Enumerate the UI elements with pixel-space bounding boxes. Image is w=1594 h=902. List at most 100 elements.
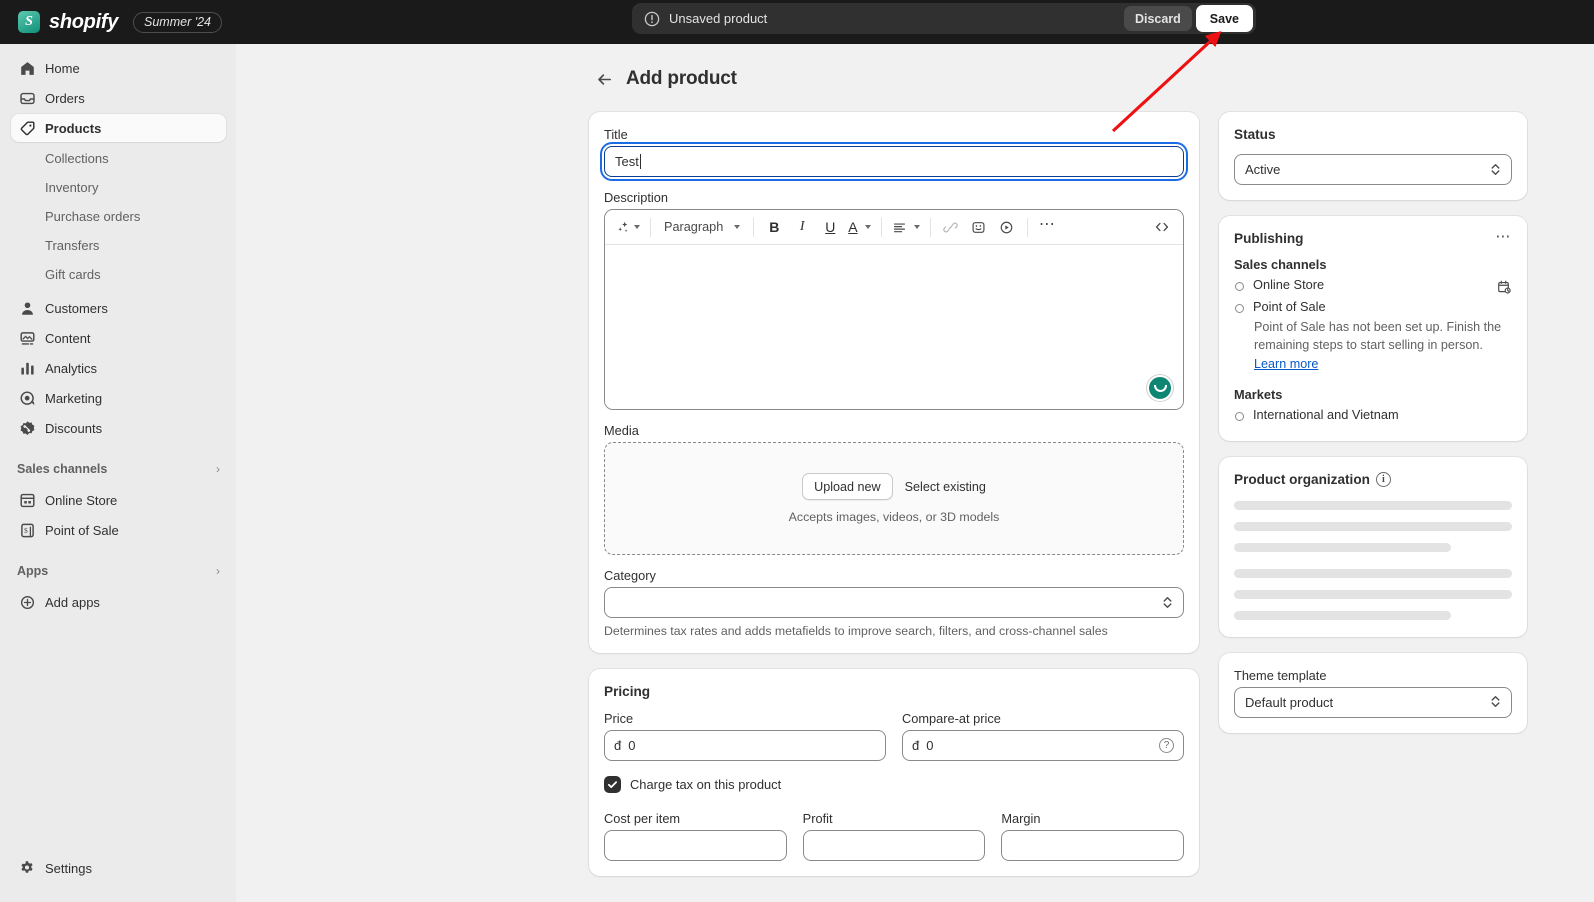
media-dropzone[interactable]: Upload new Select existing Accepts image… [604,442,1184,555]
status-select[interactable]: Active [1234,154,1512,185]
select-existing-button[interactable]: Select existing [905,480,986,494]
sidebar-item-add-apps[interactable]: Add apps [11,588,226,616]
compare-at-price-input[interactable]: đ 0 ? [902,730,1184,761]
sidebar-item-discounts[interactable]: Discounts [11,414,226,442]
compare-at-price-label: Compare-at price [902,711,1001,726]
category-select[interactable] [604,587,1184,618]
info-circle-icon[interactable]: i [1375,471,1391,487]
sidebar-item-marketing[interactable]: Marketing [11,384,226,412]
margin-input[interactable] [1001,830,1185,861]
skeleton-bar [1234,589,1512,599]
sidebar-item-label: Settings [45,860,92,876]
page-title: Add product [626,68,737,89]
ellipsis-icon[interactable]: ⋯ [1035,214,1061,240]
sidebar-section-label: Apps [17,564,49,578]
sidebar-item-label: Inventory [45,179,99,195]
product-organization-heading: Product organization [1234,471,1370,487]
cost-per-item-label: Cost per item [604,811,681,826]
sidebar-item-content[interactable]: Content [11,324,226,352]
page-header: Add product [236,44,1594,90]
charge-tax-checkbox[interactable] [604,776,621,793]
sidebar-item-customers[interactable]: Customers [11,294,226,322]
media-field-label: Media [604,423,639,438]
chevron-right-icon[interactable]: › [216,462,226,476]
product-details-card: Title Test Description Paragraph B I U A… [589,112,1199,653]
sidebar-item-label: Marketing [45,390,103,406]
price-row: Price đ 0 Compare-at price đ 0 ? [604,711,1184,761]
select-stepper-icon [1490,694,1501,710]
italic-button[interactable]: I [789,214,815,240]
channel-row-point-of-sale[interactable]: Point of Sale [1234,299,1512,314]
magic-sparkle-icon[interactable] [613,214,643,240]
unsaved-status-text: Unsaved product [669,11,768,26]
theme-template-value: Default product [1245,694,1334,710]
description-editor[interactable]: Paragraph B I U A ⋯ [604,209,1184,410]
theme-template-label: Theme template [1234,667,1327,683]
product-organization-card: Product organization i [1219,456,1527,637]
sidebar-section-apps[interactable]: Apps › [11,556,226,586]
sidebar-section-sales-channels[interactable]: Sales channels › [11,454,226,484]
channel-name: Online Store [1253,277,1325,292]
profit-input[interactable] [802,830,986,861]
block-style-dropdown[interactable]: Paragraph [658,214,746,240]
insert-video-icon[interactable] [994,214,1020,240]
upload-new-button[interactable]: Upload new [802,473,893,500]
sidebar-item-point-of-sale[interactable]: $ Point of Sale [11,516,226,544]
sidebar-item-purchase-orders[interactable]: Purchase orders [11,202,226,230]
market-row-international-and-vietnam[interactable]: International and Vietnam [1234,407,1512,422]
skeleton-bar [1234,568,1512,578]
calendar-clock-icon[interactable] [1496,279,1512,295]
sidebar-item-products[interactable]: Products [11,114,226,142]
bar-chart-icon [17,358,37,378]
channel-row-online-store[interactable]: Online Store [1234,277,1512,295]
link-icon[interactable] [938,214,964,240]
question-circle-icon[interactable]: ? [1159,738,1174,753]
radio-icon[interactable] [1235,304,1244,313]
sidebar-item-label: Collections [45,150,109,166]
margin-field: Margin [1001,811,1185,861]
skeleton-bar [1234,542,1451,552]
toolbar-divider [929,217,931,237]
discard-button[interactable]: Discard [1123,6,1192,31]
sidebar-item-orders[interactable]: Orders [11,84,226,112]
shopify-bag-icon: S [18,11,40,33]
description-textarea[interactable] [605,245,1183,409]
radio-icon[interactable] [1235,282,1244,291]
arrow-left-icon[interactable] [594,69,614,89]
sidebar-item-label: Discounts [45,420,103,436]
sidebar-item-collections[interactable]: Collections [11,144,226,172]
align-left-icon[interactable] [889,214,923,240]
learn-more-link[interactable]: Learn more [1234,357,1318,371]
text-color-button[interactable]: A [845,214,873,240]
sidebar-item-analytics[interactable]: Analytics [11,354,226,382]
theme-template-select[interactable]: Default product [1234,686,1512,718]
discount-badge-icon [17,418,37,438]
chevron-down-icon [634,225,640,229]
code-tags-icon[interactable] [1149,214,1175,240]
shopify-brand[interactable]: S shopify Summer '24 [0,11,223,34]
chevron-right-icon[interactable]: › [216,564,226,578]
cost-per-item-input[interactable] [604,830,787,861]
sidebar-item-transfers[interactable]: Transfers [11,231,226,259]
sidebar-item-gift-cards[interactable]: Gift cards [11,260,226,288]
title-input[interactable]: Test [604,146,1184,177]
price-input[interactable]: đ 0 [604,730,886,761]
description-field-label: Description [604,190,669,205]
bold-button[interactable]: B [761,214,787,240]
underline-button[interactable]: U [817,214,843,240]
charge-tax-row[interactable]: Charge tax on this product [604,776,1184,793]
category-field-label: Category [604,568,656,583]
currency-symbol: đ [614,738,622,753]
sidebar-item-home[interactable]: Home [11,54,226,82]
chat-smile-icon[interactable] [1147,375,1173,401]
radio-icon[interactable] [1235,411,1244,421]
ellipsis-icon[interactable]: ⋯ [1495,229,1512,245]
sidebar-item-inventory[interactable]: Inventory [11,173,226,201]
insert-image-icon[interactable] [966,214,992,240]
save-button[interactable]: Save [1195,5,1253,32]
sidebar-item-online-store[interactable]: Online Store [11,486,226,514]
sidebar-item-settings[interactable]: Settings [11,854,225,882]
charge-tax-label: Charge tax on this product [630,777,782,792]
compare-at-price-value: 0 [926,738,934,753]
status-card: Status Active [1219,112,1527,200]
